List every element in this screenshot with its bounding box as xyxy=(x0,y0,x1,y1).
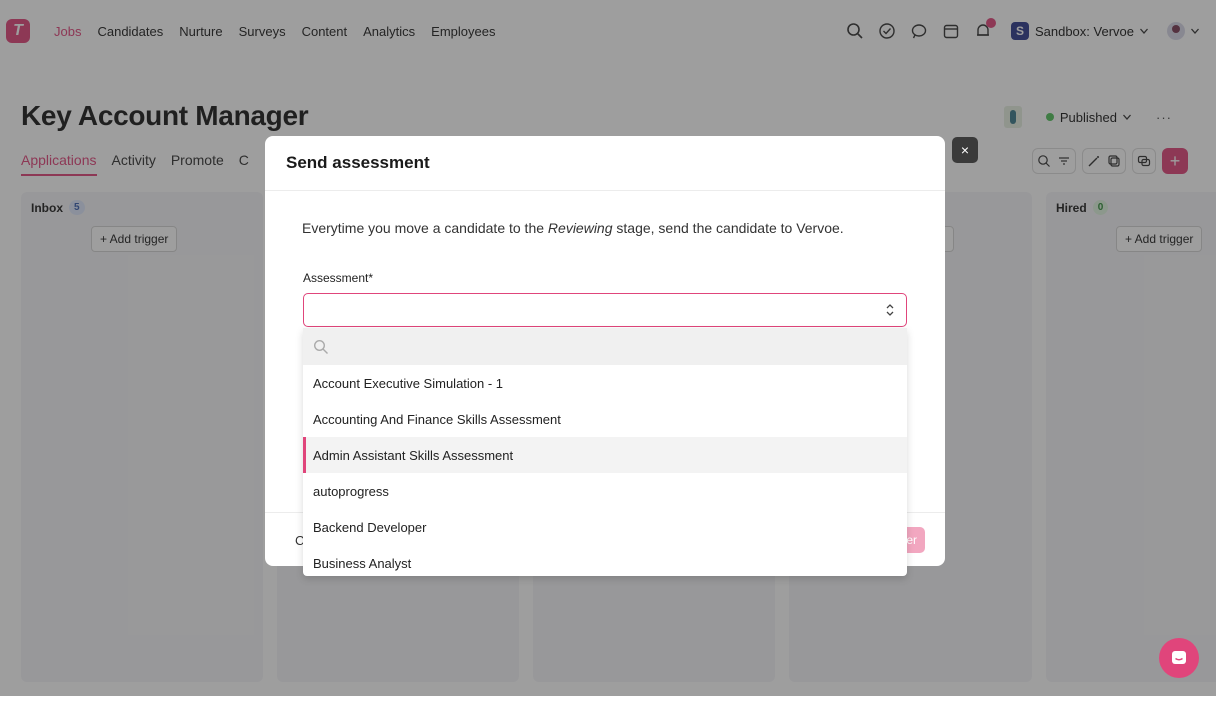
dropdown-option[interactable]: Admin Assistant Skills Assessment xyxy=(303,437,907,473)
modal-description: Everytime you move a candidate to the Re… xyxy=(302,220,844,236)
chat-icon xyxy=(1172,651,1186,664)
assessment-dropdown: Account Executive Simulation - 1 Account… xyxy=(303,328,907,576)
bottom-edge xyxy=(0,696,1216,702)
desc-before: Everytime you move a candidate to the xyxy=(302,220,548,236)
dropdown-option[interactable]: autoprogress xyxy=(303,473,907,509)
select-arrows-icon xyxy=(886,304,894,316)
desc-stage: Reviewing xyxy=(547,220,613,236)
dropdown-option[interactable]: Business Analyst xyxy=(303,545,907,576)
assessment-select[interactable] xyxy=(303,293,907,327)
dropdown-option[interactable]: Backend Developer xyxy=(303,509,907,545)
assessment-label: Assessment* xyxy=(303,271,374,285)
dropdown-option[interactable]: Account Executive Simulation - 1 xyxy=(303,365,907,401)
close-icon[interactable]: × xyxy=(952,137,978,163)
modal-title: Send assessment xyxy=(265,136,945,191)
support-chat-button[interactable] xyxy=(1159,638,1199,678)
dropdown-option[interactable]: Accounting And Finance Skills Assessment xyxy=(303,401,907,437)
dropdown-search[interactable] xyxy=(303,328,907,365)
search-icon xyxy=(313,339,328,354)
desc-after: stage, send the candidate to Vervoe. xyxy=(612,220,844,236)
